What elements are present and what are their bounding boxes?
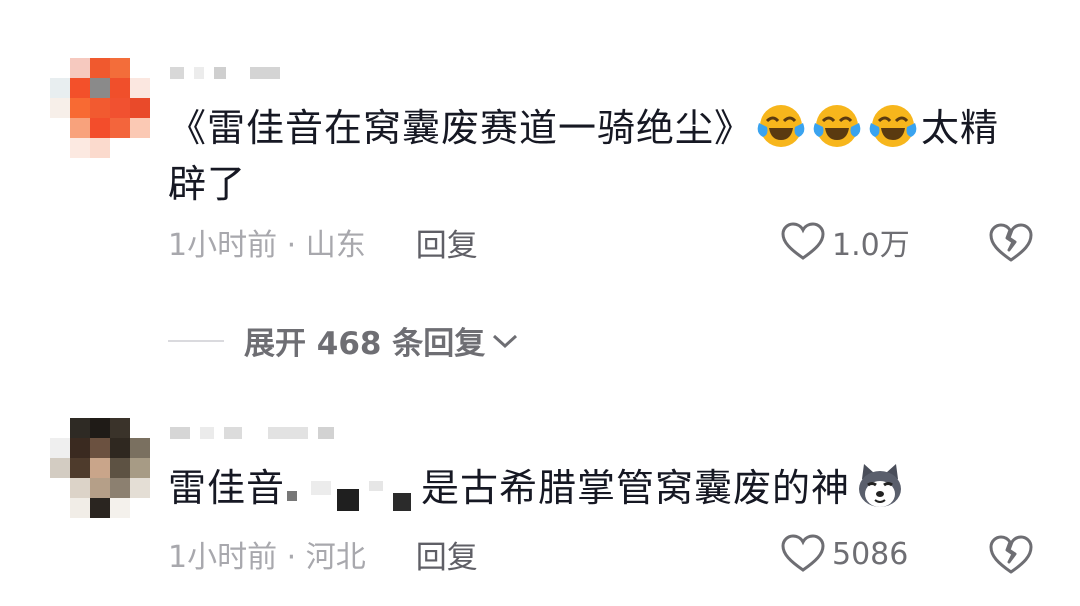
like-button[interactable]: 1.0万 — [780, 222, 910, 263]
laugh-cry-emoji-icon — [757, 105, 805, 147]
comment-text-main: 《雷佳音在窝囊废赛道一骑绝尘》 — [168, 106, 754, 150]
reply-button[interactable]: 回复 — [416, 220, 478, 265]
time-location: 1小时前 · 河北 — [168, 540, 366, 575]
divider — [168, 339, 224, 342]
comment-meta: 1小时前 · 山东 回复 — [168, 220, 478, 265]
laugh-cry-emoji-icon — [813, 105, 861, 147]
like-count: 5086 — [832, 536, 909, 572]
time-location: 1小时前 · 山东 — [168, 228, 366, 263]
comment-list: 《雷佳音在窝囊废赛道一骑绝尘》 太精辟了 1小时前 · 山东 回复 1.0万 展开… — [0, 0, 1080, 606]
heart-icon — [781, 534, 825, 572]
dislike-icon[interactable] — [988, 534, 1034, 576]
expand-replies-label: 展开 468 条回复 — [244, 326, 486, 362]
redacted-text — [285, 469, 421, 513]
reply-button[interactable]: 回复 — [416, 532, 478, 577]
username[interactable] — [170, 416, 334, 450]
like-count: 1.0万 — [832, 228, 910, 263]
husky-dog-emoji-icon — [859, 464, 902, 507]
comment-text-suffix: 是古希腊掌管窝囊废的神 — [421, 466, 851, 510]
dislike-icon[interactable] — [988, 222, 1034, 264]
avatar[interactable] — [50, 418, 150, 518]
chevron-down-icon — [493, 334, 518, 348]
heart-icon — [781, 222, 825, 260]
comment-text-prefix: 雷佳音 — [168, 466, 286, 510]
comment-text: 《雷佳音在窝囊废赛道一骑绝尘》 太精辟了 — [168, 100, 1028, 212]
comment-meta: 1小时前 · 河北 回复 — [168, 532, 478, 577]
avatar[interactable] — [50, 58, 150, 158]
like-button[interactable]: 5086 — [780, 534, 908, 574]
comment-text: 雷佳音 是古希腊掌管窝囊废的神 — [168, 460, 1028, 516]
username[interactable] — [170, 56, 280, 90]
expand-replies-button[interactable]: 展开 468 条回复 — [168, 318, 519, 363]
laugh-cry-emoji-icon — [869, 105, 917, 147]
